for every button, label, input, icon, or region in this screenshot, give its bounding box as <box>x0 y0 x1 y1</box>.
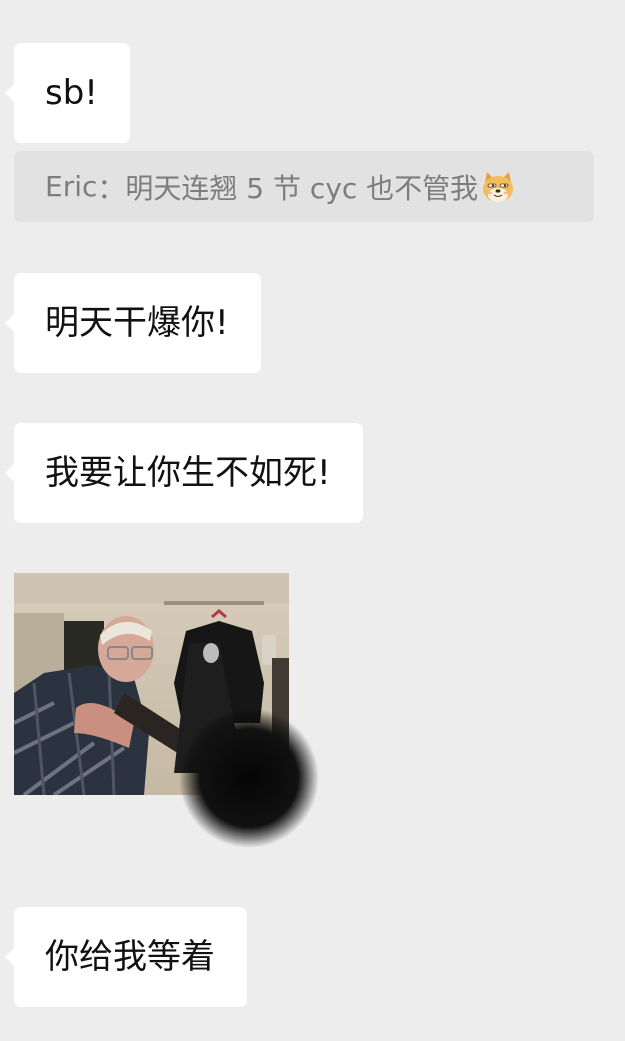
message-text: 我要让你生不如死! <box>5 423 363 523</box>
image-message[interactable] <box>14 573 319 848</box>
message-bubble[interactable]: sb! <box>5 43 130 143</box>
message-text: sb! <box>5 43 130 143</box>
quoted-reply[interactable]: Eric：明天连翘 5 节 cyc 也不管我 <box>14 151 594 222</box>
message-text: 你给我等着 <box>5 907 247 1007</box>
man-aiming-shotgun-photo <box>14 573 319 848</box>
message-bubble[interactable]: 你给我等着 <box>5 907 247 1007</box>
quote-text: 明天连翘 5 节 cyc 也不管我 <box>125 171 479 205</box>
quote-separator: ： <box>97 171 126 205</box>
message-text: 明天干爆你! <box>5 273 261 373</box>
message-bubble[interactable]: 我要让你生不如死! <box>5 423 363 523</box>
doge-emoji-icon <box>483 171 514 202</box>
message-bubble[interactable]: 明天干爆你! <box>5 273 261 373</box>
quote-sender: Eric <box>45 170 98 203</box>
